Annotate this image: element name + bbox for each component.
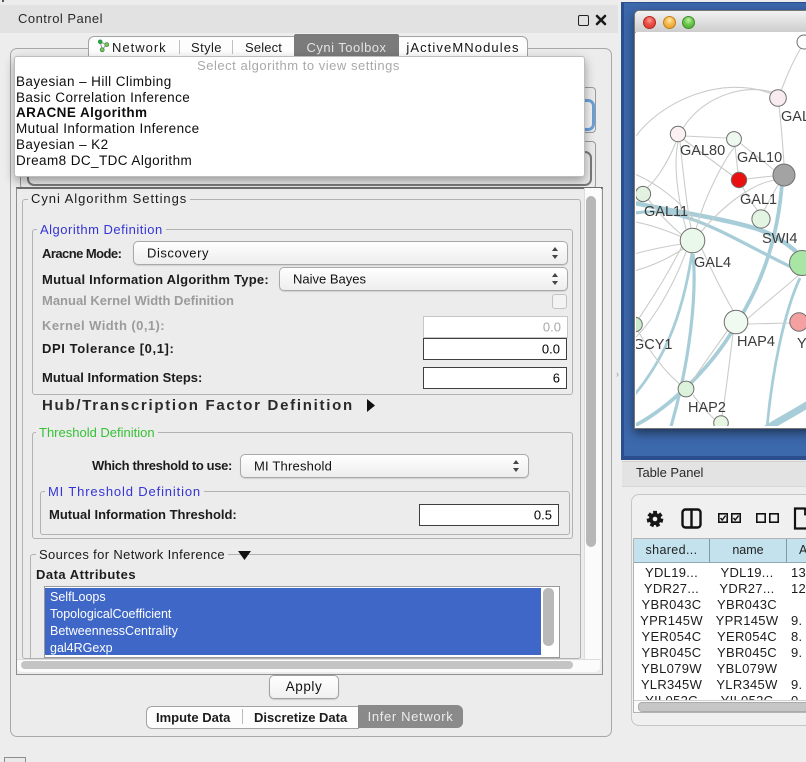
svg-text:GAL10: GAL10 bbox=[737, 150, 782, 166]
svg-text:GAL: GAL bbox=[781, 109, 806, 125]
svg-text:GAL11: GAL11 bbox=[644, 204, 688, 220]
svg-text:SWI4: SWI4 bbox=[762, 231, 797, 247]
svg-text:GCY1: GCY1 bbox=[636, 337, 673, 353]
svg-text:HAP4: HAP4 bbox=[737, 334, 775, 350]
svg-text:GAL1: GAL1 bbox=[740, 192, 777, 208]
svg-text:HAP2: HAP2 bbox=[688, 400, 726, 416]
svg-text:GAL80: GAL80 bbox=[680, 143, 725, 159]
svg-text:Y: Y bbox=[797, 336, 806, 352]
svg-text:GAL4: GAL4 bbox=[694, 255, 731, 271]
